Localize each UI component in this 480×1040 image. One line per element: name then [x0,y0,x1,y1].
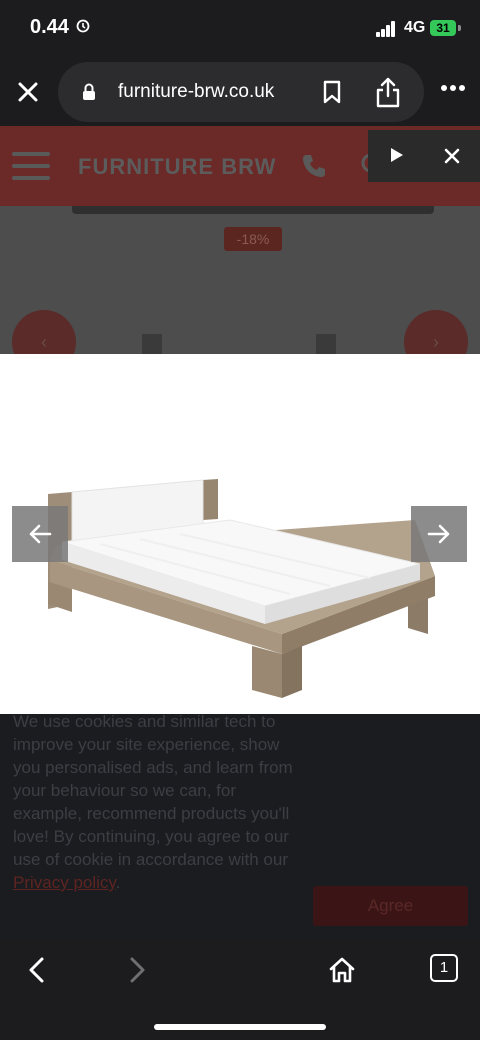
privacy-policy-link[interactable]: Privacy policy [13,873,116,892]
more-options-icon[interactable] [440,84,466,92]
image-viewer [0,354,480,714]
address-bar[interactable]: furniture-brw.co.uk [58,62,424,122]
cookie-banner: We use cookies and similar tech to impro… [0,712,480,940]
clock: 0.44 [30,16,69,38]
previous-image-button[interactable] [12,506,68,562]
close-icon[interactable] [14,78,42,106]
battery-tip [458,25,461,31]
browser-toolbar: furniture-brw.co.uk [0,58,480,126]
home-icon[interactable] [328,956,356,984]
home-indicator [154,1024,326,1030]
next-image-button[interactable] [411,506,467,562]
lock-icon [83,83,95,100]
share-icon[interactable] [374,76,402,108]
tabs-icon[interactable]: 1 [430,954,458,982]
cookie-suffix: . [115,873,121,892]
cookie-message: We use cookies and similar tech to impro… [13,712,293,869]
discount-badge: -18% [224,227,282,251]
media-controls [368,130,480,182]
cookie-text: We use cookies and similar tech to impro… [13,710,303,894]
bookmark-icon[interactable] [322,80,342,104]
browser-bottom-bar: 1 [0,940,480,1040]
chevron-left-icon: ‹ [12,310,76,354]
site-logo[interactable]: FURNITURE BRW [78,154,276,180]
url-text[interactable]: furniture-brw.co.uk [118,81,274,103]
status-bar: 0.44 4G 31 [0,0,480,58]
site-header: FURNITURE BRW [0,126,480,206]
hamburger-menu-icon[interactable] [12,152,50,180]
timer-icon [76,19,90,33]
close-icon[interactable] [444,148,460,164]
battery-icon: 31 [430,20,456,36]
bed-product-image [48,479,435,698]
play-icon[interactable] [390,147,404,163]
arrow-left-icon [29,524,52,544]
back-icon[interactable] [26,956,46,984]
thumbnail [142,334,162,354]
forward-icon[interactable] [128,956,148,984]
product-page-dimmed: FURNITURE BRW -18% ‹ › [0,126,480,354]
phone-icon[interactable] [300,152,328,180]
thumbnail [316,334,336,354]
agree-button[interactable]: Agree [313,886,468,926]
chevron-right-icon: › [404,310,468,354]
network-type: 4G [404,19,426,36]
search-bar [72,206,434,214]
arrow-right-icon [427,524,450,544]
